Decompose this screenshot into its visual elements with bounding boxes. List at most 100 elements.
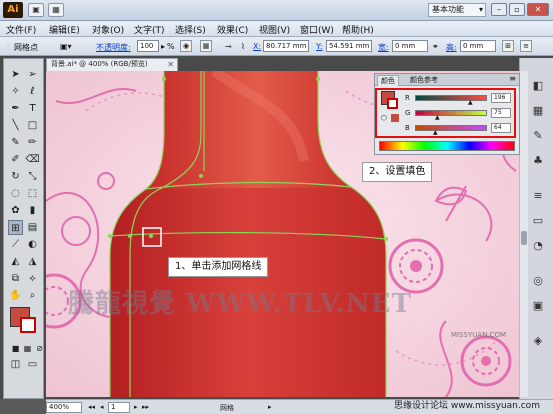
link-proportions-icon[interactable]: ⚭: [432, 42, 439, 51]
opacity-label[interactable]: 不透明度:: [96, 42, 131, 53]
free-transform-icon[interactable]: ⬚: [25, 186, 40, 201]
brushes-icon[interactable]: ✎: [530, 128, 546, 144]
menu-help[interactable]: 帮助(H): [342, 23, 374, 36]
menu-window[interactable]: 窗口(W): [300, 23, 334, 36]
color-spectrum[interactable]: [379, 141, 515, 151]
fill-swatch-icon[interactable]: ▣▾: [60, 42, 72, 51]
title-bar: Ai ▣ ▦ 基本功能 ▾ – ▫ ✕: [0, 0, 553, 21]
paintbrush-icon[interactable]: ✎: [8, 135, 23, 150]
slice-tool-icon[interactable]: ⟡: [25, 271, 40, 286]
minimize-button[interactable]: –: [491, 3, 507, 16]
document-tab[interactable]: 背景.ai* @ 400% (RGB/预览) ✕: [46, 58, 178, 71]
artboard-tool-icon[interactable]: ⧉: [8, 271, 23, 286]
pen-tool-icon[interactable]: ✒: [8, 101, 23, 116]
vertical-scrollbar[interactable]: [519, 71, 528, 397]
y-input[interactable]: 54.591 mm: [326, 40, 372, 52]
page-select[interactable]: 1: [108, 402, 130, 413]
bridge-button[interactable]: ▣: [28, 3, 44, 17]
line-tool-icon[interactable]: ╲: [8, 118, 23, 133]
close-icon[interactable]: ✕: [167, 59, 174, 70]
scale-tool-icon[interactable]: ⤡: [25, 169, 40, 184]
h-label[interactable]: 高:: [446, 42, 457, 53]
hand-tool-icon[interactable]: ✋: [8, 288, 23, 303]
none-mode-icon[interactable]: ⊘: [32, 341, 47, 356]
menu-bar: 文件(F) 编辑(E) 对象(O) 文字(T) 选择(S) 效果(C) 视图(V…: [0, 21, 553, 37]
tab-color[interactable]: 颜色: [377, 75, 399, 86]
status-menu-icon[interactable]: ▸: [268, 403, 272, 411]
prev-page-icon[interactable]: ◂: [100, 403, 104, 411]
gradient-tool-icon[interactable]: ▤: [25, 220, 40, 235]
workspace-switcher[interactable]: 基本功能 ▾: [428, 3, 486, 17]
stroke-icon[interactable]: ≡: [530, 188, 546, 204]
screen-mode-icon[interactable]: ▭: [25, 357, 40, 372]
zoom-select[interactable]: 400%: [46, 402, 82, 413]
callout-step2: 2、设置填色: [362, 162, 433, 182]
close-button[interactable]: ✕: [527, 3, 549, 16]
menu-type[interactable]: 文字(T): [134, 23, 165, 36]
graph-tool-icon[interactable]: ▮: [25, 203, 40, 218]
menu-edit[interactable]: 编辑(E): [49, 23, 80, 36]
mesh-tool-icon[interactable]: ⊞: [8, 220, 23, 235]
menu-effect[interactable]: 效果(C): [217, 23, 248, 36]
h-input[interactable]: 0 mm: [460, 40, 496, 52]
panel-menu-icon[interactable]: ≡: [509, 74, 516, 83]
control-menu-icon[interactable]: ≡: [520, 40, 532, 52]
zoom-tool-icon[interactable]: ⌕: [25, 288, 40, 303]
direct-selection-tool-icon[interactable]: ➢: [25, 67, 40, 82]
blob-brush-icon[interactable]: ✐: [8, 152, 23, 167]
menu-select[interactable]: 选择(S): [175, 23, 206, 36]
pencil-icon[interactable]: ✏: [25, 135, 40, 150]
lasso-icon[interactable]: ℓ: [25, 84, 40, 99]
w-label[interactable]: 宽:: [378, 42, 389, 53]
menu-file[interactable]: 文件(F): [6, 23, 36, 36]
gradient-icon[interactable]: ▭: [530, 213, 546, 229]
layers-icon[interactable]: ◈: [530, 333, 546, 349]
watermark-small: MISSYUAN.COM: [451, 331, 507, 339]
anchor-convert-icon[interactable]: ⊸: [225, 42, 232, 51]
x-label[interactable]: X:: [253, 42, 261, 51]
symbols-icon[interactable]: ♣: [530, 153, 546, 169]
eyedropper-icon[interactable]: ⟋: [8, 237, 23, 252]
scroll-thumb[interactable]: [521, 231, 527, 245]
callout-step1: 1、单击添加网格线: [168, 257, 269, 277]
graphic-styles-icon[interactable]: ▣: [530, 298, 546, 314]
tab-color-guide[interactable]: 颜色参考: [407, 75, 441, 85]
menu-view[interactable]: 视图(V): [259, 23, 290, 36]
reference-point-icon[interactable]: ▦: [200, 40, 212, 52]
color-panel-icon[interactable]: ◧: [530, 78, 546, 94]
transparency-icon[interactable]: ◔: [530, 238, 546, 254]
first-page-icon[interactable]: ◂◂: [88, 403, 95, 411]
blend-tool-icon[interactable]: ◐: [25, 237, 40, 252]
warp-tool-icon[interactable]: ◌: [8, 186, 23, 201]
next-page-icon[interactable]: ▸: [134, 403, 138, 411]
symbol-sprayer-icon[interactable]: ✿: [8, 203, 23, 218]
color-panel-tabs: 颜色 颜色参考 ≡: [375, 74, 519, 86]
recolor-icon[interactable]: ◉: [180, 40, 192, 52]
last-page-icon[interactable]: ▸▸: [142, 403, 149, 411]
rectangle-tool-icon[interactable]: □: [25, 118, 40, 133]
menu-object[interactable]: 对象(O): [92, 23, 124, 36]
eraser-icon[interactable]: ⌫: [25, 152, 40, 167]
site-watermark: 思缘设计论坛 www.missyuan.com: [394, 401, 540, 411]
w-input[interactable]: 0 mm: [392, 40, 428, 52]
type-tool-icon[interactable]: T: [25, 101, 40, 116]
x-input[interactable]: 80.717 mm: [263, 40, 309, 52]
swatches-icon[interactable]: ▦: [530, 103, 546, 119]
opacity-stepper-icon[interactable]: ▸: [161, 42, 165, 51]
tools-panel: ➤ ➢ ✧ ℓ ✒ T ╲ □ ✎ ✏ ✐ ⌫ ↻ ⤡ ◌ ⬚ ✿ ▮ ⊞ ▤ …: [3, 58, 44, 399]
draw-normal-icon[interactable]: ◫: [8, 357, 23, 372]
stroke-color-swatch[interactable]: [20, 317, 36, 333]
selection-tool-icon[interactable]: ➤: [8, 67, 23, 82]
rotate-tool-icon[interactable]: ↻: [8, 169, 23, 184]
appearance-icon[interactable]: ◎: [530, 273, 546, 289]
y-label[interactable]: Y:: [316, 42, 323, 51]
opacity-input[interactable]: 100: [137, 40, 159, 52]
live-paint-icon[interactable]: ◭: [8, 254, 23, 269]
arrange-documents-button[interactable]: ▦: [48, 3, 64, 17]
transform-icon[interactable]: ⊞: [502, 40, 514, 52]
workspace-label: 基本功能: [432, 5, 464, 14]
live-paint-selection-icon[interactable]: ◮: [25, 254, 40, 269]
anchor-handle-icon[interactable]: ⌇: [241, 42, 245, 51]
magic-wand-icon[interactable]: ✧: [8, 84, 23, 99]
restore-button[interactable]: ▫: [509, 3, 525, 16]
